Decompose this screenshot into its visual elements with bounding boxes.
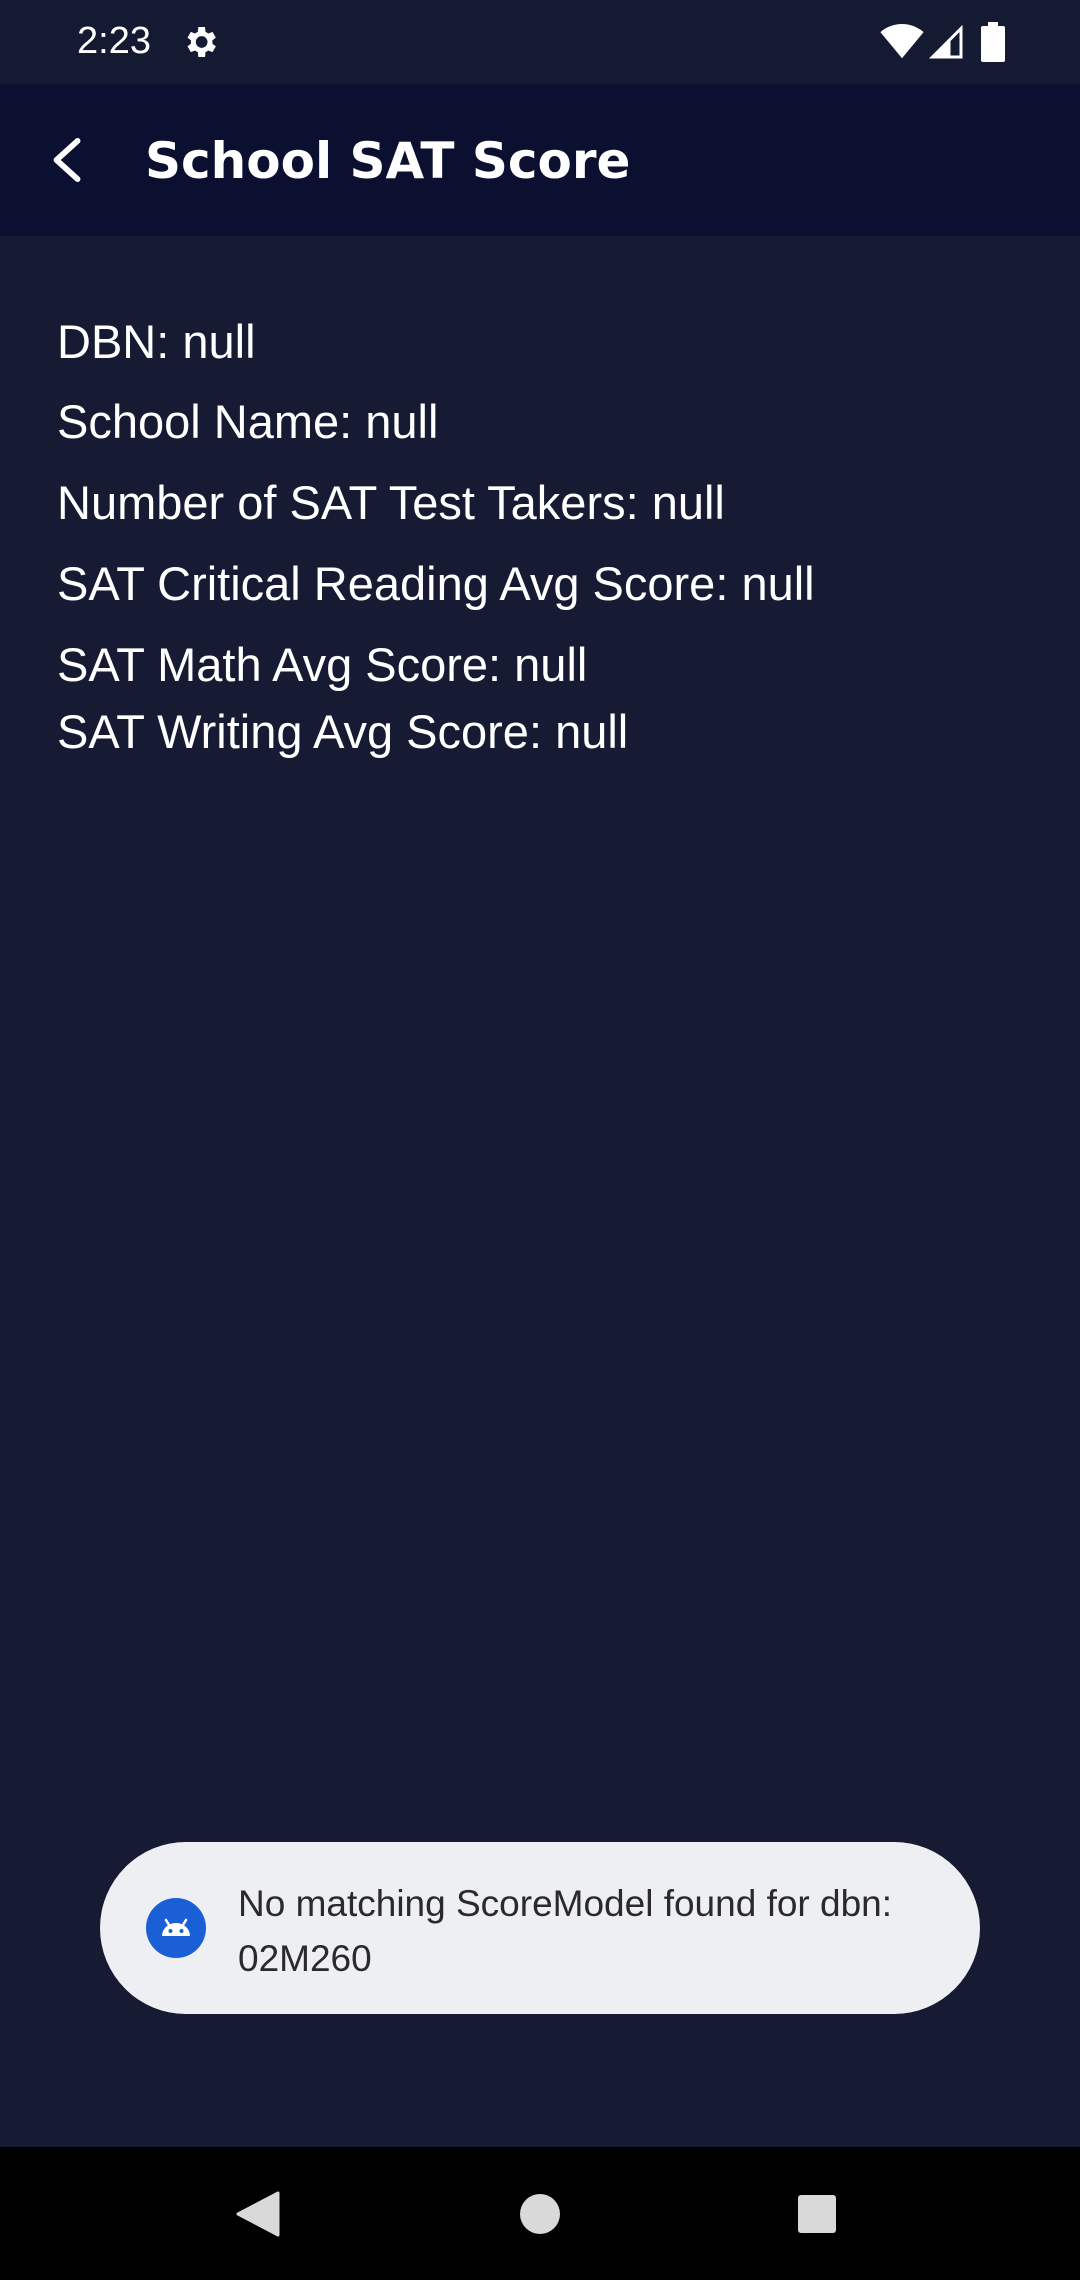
dbn-text: DBN: null (57, 315, 256, 368)
toast-message: No matching ScoreModel found for dbn: 02… (100, 1842, 980, 2014)
test-takers-text: Number of SAT Test Takers: null (57, 476, 725, 529)
page-title: School SAT Score (145, 132, 631, 190)
back-button[interactable] (28, 120, 108, 200)
math-score-text: SAT Math Avg Score: null (57, 638, 588, 691)
android-app-icon (146, 1898, 206, 1958)
nav-back-icon[interactable] (236, 2191, 280, 2237)
back-arrow-icon (53, 137, 81, 183)
cell-signal-icon (928, 24, 963, 59)
battery-icon (981, 22, 1005, 62)
navigation-bar (0, 2147, 1080, 2280)
school-name-text: School Name: null (57, 395, 439, 448)
writing-score-text: SAT Writing Avg Score: null (57, 705, 629, 758)
settings-gear-icon (187, 27, 216, 57)
nav-recents-icon[interactable] (797, 2194, 837, 2234)
critical-reading-text: SAT Critical Reading Avg Score: null (57, 557, 815, 610)
status-time: 2:23 (77, 20, 151, 62)
wifi-icon (880, 24, 924, 59)
toast-text: No matching ScoreModel found for dbn: 02… (238, 1883, 893, 1979)
nav-home-icon[interactable] (519, 2193, 561, 2235)
app-bar: School SAT Score (0, 84, 1080, 236)
status-bar: 2:23 (0, 0, 1080, 84)
